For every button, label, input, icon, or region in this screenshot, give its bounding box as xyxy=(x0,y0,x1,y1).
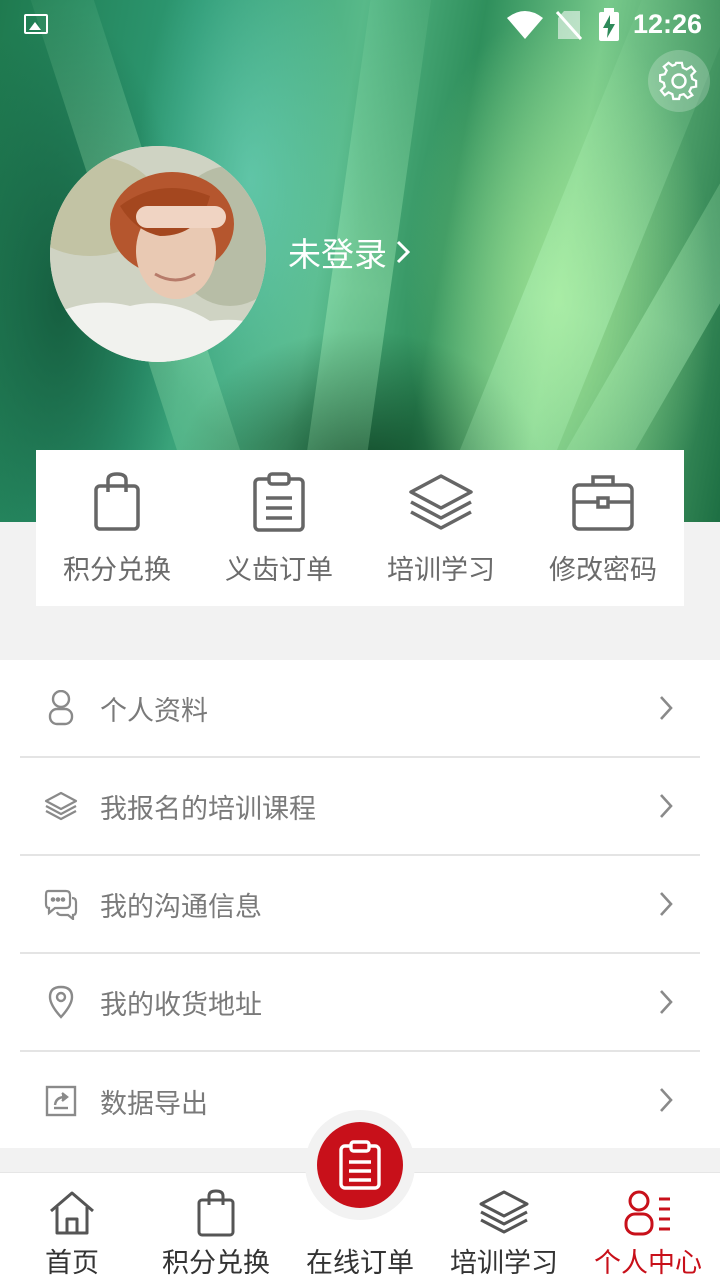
chevron-right-icon xyxy=(660,696,673,720)
quick-action-change-password[interactable]: 修改密码 xyxy=(522,450,684,606)
menu-item-label: 我报名的培训课程 xyxy=(100,793,316,825)
location-pin-icon xyxy=(48,985,74,1019)
tab-label: 积分兑换 xyxy=(162,1248,270,1279)
tab-label: 个人中心 xyxy=(594,1248,702,1279)
quick-action-points-exchange[interactable]: 积分兑换 xyxy=(36,450,198,606)
quick-action-label: 培训学习 xyxy=(387,555,495,586)
home-icon xyxy=(50,1191,94,1235)
quick-action-training[interactable]: 培训学习 xyxy=(360,450,522,606)
gear-icon xyxy=(659,61,698,101)
login-text: 未登录 xyxy=(288,235,387,274)
quick-action-label: 修改密码 xyxy=(549,555,657,586)
tab-label: 首页 xyxy=(45,1248,99,1279)
wifi-icon xyxy=(507,11,543,39)
chevron-right-icon xyxy=(660,794,673,818)
tab-label: 在线订单 xyxy=(306,1248,414,1279)
settings-menu-list: 个人资料 我报名的培训课程 我的沟通信息 我的收货地址 数据导出 xyxy=(0,660,720,1148)
image-notification-icon xyxy=(24,14,48,34)
tab-points-exchange[interactable]: 积分兑换 xyxy=(144,1173,288,1280)
chevron-right-icon xyxy=(396,240,411,264)
tab-label: 培训学习 xyxy=(450,1248,558,1279)
layers-icon xyxy=(409,474,473,530)
menu-item-label: 数据导出 xyxy=(100,1088,208,1120)
quick-action-denture-orders[interactable]: 义齿订单 xyxy=(198,450,360,606)
layers-icon xyxy=(44,791,78,821)
battery-charging-icon xyxy=(599,8,619,41)
menu-item-label: 我的沟通信息 xyxy=(100,891,262,923)
chevron-right-icon xyxy=(660,1088,673,1112)
settings-button[interactable] xyxy=(648,50,710,112)
quick-action-label: 义齿订单 xyxy=(225,555,333,586)
tab-home[interactable]: 首页 xyxy=(0,1173,144,1280)
menu-item-my-messages[interactable]: 我的沟通信息 xyxy=(20,856,700,954)
shopping-bag-icon xyxy=(197,1189,235,1237)
menu-item-label: 我的收货地址 xyxy=(100,989,262,1021)
shopping-bag-icon xyxy=(94,472,140,531)
briefcase-icon xyxy=(572,475,634,531)
avatar[interactable] xyxy=(50,146,266,362)
layers-icon xyxy=(479,1190,529,1234)
chevron-right-icon xyxy=(660,990,673,1014)
menu-item-label: 个人资料 xyxy=(100,695,208,727)
quick-actions-card: 积分兑换 义齿订单 培训学习 修改密码 xyxy=(36,450,684,606)
tab-training[interactable]: 培训学习 xyxy=(432,1173,576,1280)
login-link[interactable]: 未登录 xyxy=(288,228,411,276)
clipboard-icon xyxy=(253,472,305,532)
chat-icon xyxy=(44,889,78,920)
export-icon xyxy=(45,1085,77,1117)
menu-item-personal-info[interactable]: 个人资料 xyxy=(20,660,700,758)
clock: 12:26 xyxy=(632,9,702,39)
clipboard-icon xyxy=(339,1140,381,1190)
menu-item-shipping-address[interactable]: 我的收货地址 xyxy=(20,954,700,1052)
online-orders-fab-wrap xyxy=(305,1110,415,1220)
tab-personal-center[interactable]: 个人中心 xyxy=(576,1173,720,1280)
person-icon xyxy=(48,690,74,726)
online-orders-fab[interactable] xyxy=(317,1122,403,1208)
no-sim-icon xyxy=(556,11,582,40)
chevron-right-icon xyxy=(660,892,673,916)
menu-item-my-training-courses[interactable]: 我报名的培训课程 xyxy=(20,758,700,856)
quick-action-label: 积分兑换 xyxy=(63,555,171,586)
profile-list-icon xyxy=(624,1190,670,1236)
status-bar: 12:26 xyxy=(0,0,720,50)
